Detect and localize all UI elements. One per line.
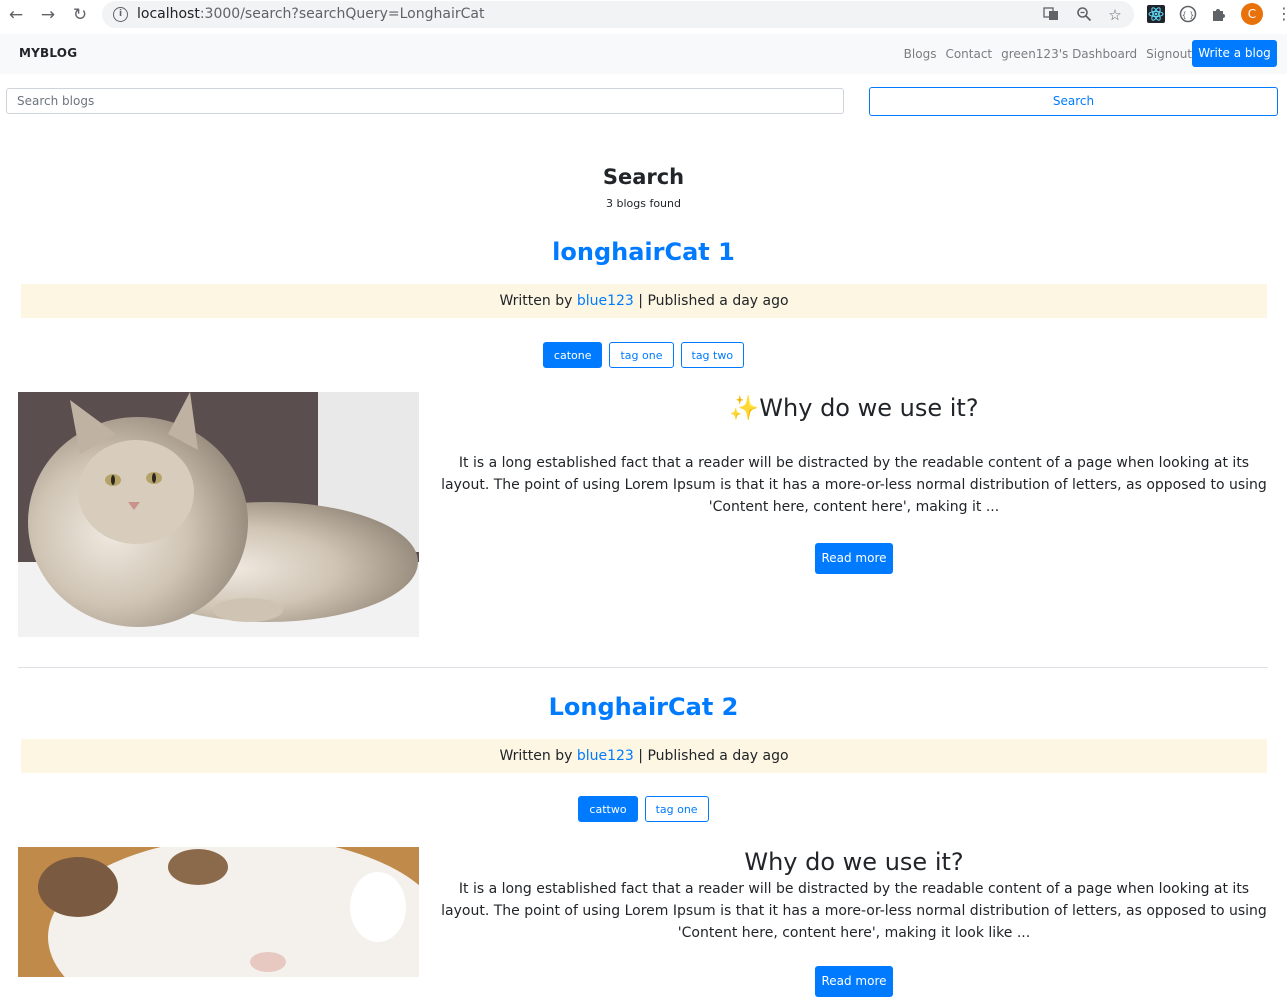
excerpt-heading: Why do we use it? (744, 848, 964, 876)
tag-list: catone tag one tag two (0, 342, 1287, 368)
tag-button[interactable]: cattwo (578, 796, 638, 822)
post-excerpt: Why do we use it? It is a long establish… (437, 848, 1271, 997)
translate-icon[interactable] (1042, 6, 1060, 24)
tag-list: cattwo tag one (0, 796, 1287, 822)
browser-menu-icon[interactable]: ⋮ (1276, 4, 1287, 24)
post-image[interactable] (18, 847, 419, 977)
zoom-icon[interactable] (1075, 6, 1093, 24)
site-info-icon[interactable]: i (113, 7, 128, 22)
page-title: Search (602, 165, 685, 189)
excerpt-text: It is a long established fact that a rea… (441, 455, 1267, 515)
tag-button[interactable]: tag one (609, 342, 674, 368)
sparkles-icon: ✨ (729, 394, 760, 422)
bookmark-star-icon[interactable]: ☆ (1106, 6, 1124, 24)
tag-button[interactable]: tag one (644, 796, 709, 822)
search-button[interactable]: Search (869, 87, 1278, 116)
results-count: 3 blogs found (605, 197, 681, 210)
nav-link-blogs[interactable]: Blogs (904, 47, 937, 61)
tag-button[interactable]: catone (542, 342, 603, 368)
post-meta: Written by blue123 | Published a day ago (21, 739, 1267, 773)
address-bar[interactable]: i localhost:3000/search?searchQuery=Long… (102, 1, 1134, 28)
written-by-label: Written by (499, 748, 573, 764)
nav-links: Blogs Contact green123's Dashboard Signo… (895, 47, 1192, 61)
back-icon[interactable]: ← (6, 5, 26, 25)
post-title[interactable]: LonghairCat 2 (0, 693, 1287, 721)
profile-avatar[interactable]: C (1241, 3, 1263, 25)
written-by-label: Written by (499, 293, 573, 309)
react-devtools-icon[interactable] (1147, 5, 1165, 23)
author-link[interactable]: blue123 (577, 293, 634, 309)
published-label: | Published a day ago (638, 293, 789, 309)
author-link[interactable]: blue123 (577, 748, 634, 764)
write-blog-button[interactable]: Write a blog (1192, 40, 1277, 67)
excerpt-heading: ✨Why do we use it? (729, 394, 979, 422)
app-navbar: MYBLOG Blogs Contact green123's Dashboar… (0, 34, 1287, 74)
post-divider (18, 667, 1268, 668)
reload-icon[interactable]: ↻ (70, 5, 90, 25)
browser-toolbar: ← → ↻ i localhost:3000/search?searchQuer… (0, 0, 1287, 30)
nav-link-signout[interactable]: Signout (1146, 47, 1192, 61)
svg-text:{ }: { } (1182, 11, 1195, 20)
post-title[interactable]: longhairCat 1 (0, 238, 1287, 266)
excerpt-text: It is a long established fact that a rea… (441, 881, 1267, 941)
read-more-button[interactable]: Read more (815, 966, 893, 997)
search-input[interactable] (6, 88, 844, 114)
published-label: | Published a day ago (638, 748, 789, 764)
forward-icon[interactable]: → (38, 5, 58, 25)
read-more-button[interactable]: Read more (815, 543, 893, 574)
nav-link-dashboard[interactable]: green123's Dashboard (1001, 47, 1137, 61)
url-text[interactable]: localhost:3000/search?searchQuery=Longha… (137, 6, 484, 22)
post-excerpt: ✨Why do we use it? It is a long establis… (437, 394, 1271, 574)
puzzle-icon[interactable] (1210, 5, 1228, 23)
extension-circle-icon[interactable]: { } (1179, 5, 1197, 23)
brand-logo[interactable]: MYBLOG (19, 46, 77, 60)
tag-button[interactable]: tag two (680, 342, 745, 368)
post-image[interactable] (18, 392, 419, 637)
nav-link-contact[interactable]: Contact (945, 47, 992, 61)
post-meta: Written by blue123 | Published a day ago (21, 284, 1267, 318)
